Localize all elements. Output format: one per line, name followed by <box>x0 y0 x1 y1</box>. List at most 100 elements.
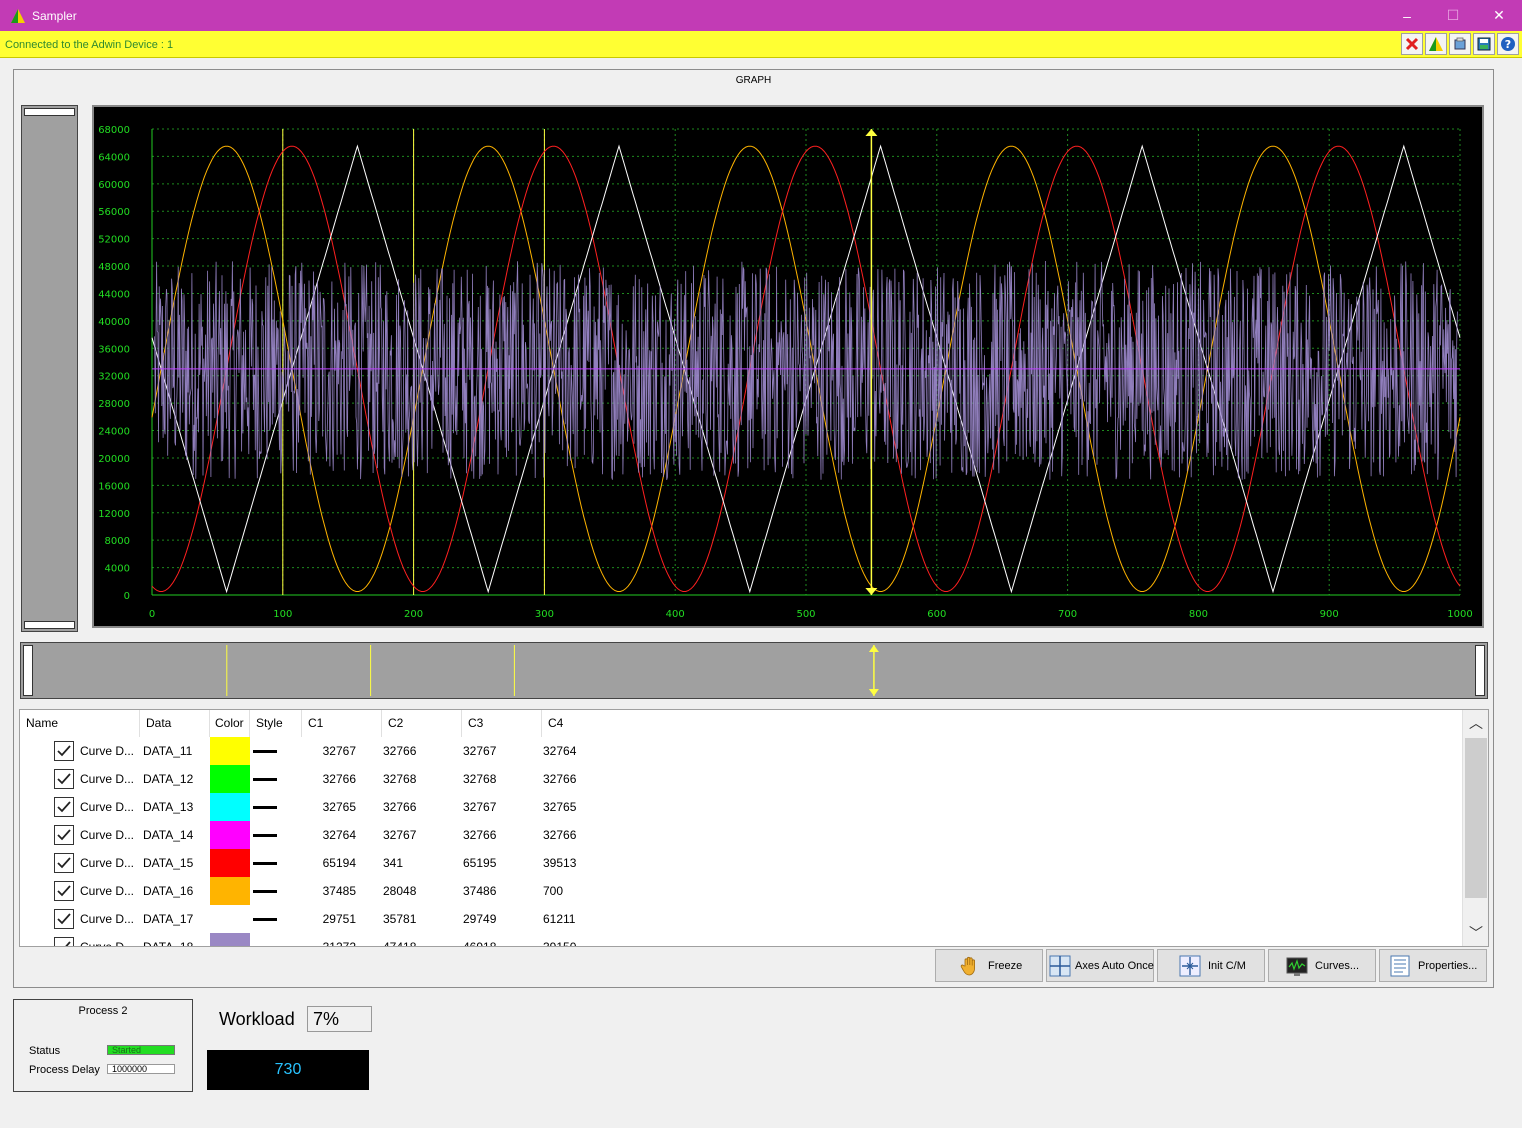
table-row[interactable]: Curve D... DATA_17 29751 35781 29749 61211 <box>20 905 1460 933</box>
header-color[interactable]: Color <box>210 710 250 737</box>
header-c1[interactable]: C1 <box>302 710 382 737</box>
connection-status-bar: Connected to the Adwin Device : 1 ? <box>0 31 1522 58</box>
y-tick-label: 24000 <box>98 427 130 438</box>
header-data[interactable]: Data <box>140 710 210 737</box>
cell-c3: 32766 <box>463 828 497 842</box>
line-chart[interactable]: 0 100 200 300 400 500 600 700 800 900 1000 0 4000 800… <box>94 107 1482 626</box>
curve-visible-checkbox[interactable] <box>54 881 74 901</box>
cell-c3: 37486 <box>463 884 497 898</box>
properties-label: Properties... <box>1418 959 1478 972</box>
save-icon[interactable] <box>1473 33 1495 55</box>
curve-name: Curve D... <box>80 884 135 898</box>
process-delay-field[interactable]: 1000000 <box>107 1064 175 1074</box>
overview-arrow-up <box>868 645 879 652</box>
process-title: Process 2 <box>78 1005 128 1017</box>
curves-button[interactable]: Curves... <box>1268 949 1376 982</box>
table-row[interactable]: Curve D... DATA_11 32767 32766 32767 32764 <box>20 737 1460 765</box>
curve-style-line[interactable] <box>253 862 277 865</box>
x-tick-label: 0 <box>149 609 155 620</box>
curve-visible-checkbox[interactable] <box>54 909 74 929</box>
workload-label: Workload <box>219 1009 295 1029</box>
curve-visible-checkbox[interactable] <box>54 853 74 873</box>
cell-c2: 341 <box>383 856 404 870</box>
header-c4[interactable]: C4 <box>542 710 622 737</box>
curve-style-line[interactable] <box>253 834 277 837</box>
cell-c4: 61211 <box>543 912 576 926</box>
adwin-logo-icon[interactable] <box>1425 33 1447 55</box>
x-tick-label: 300 <box>535 609 554 620</box>
curve-visible-checkbox[interactable] <box>54 937 74 946</box>
curve-visible-checkbox[interactable] <box>54 769 74 789</box>
curve-name: Curve D... <box>80 800 135 814</box>
curves-label: Curves... <box>1315 959 1360 972</box>
cell-c1: 37485 <box>322 884 356 898</box>
header-c3[interactable]: C3 <box>462 710 542 737</box>
cell-c4: 39150 <box>543 940 577 947</box>
curve-color-swatch[interactable] <box>210 793 250 821</box>
header-c2[interactable]: C2 <box>382 710 462 737</box>
close-window-button[interactable]: ✕ <box>1476 0 1522 31</box>
axes-auto-once-button[interactable]: Axes Auto Once <box>1046 949 1154 982</box>
maximize-button[interactable]: ☐ <box>1430 0 1476 31</box>
scroll-thumb[interactable] <box>1465 738 1487 898</box>
scroll-up-icon[interactable]: ︿ <box>1463 710 1488 736</box>
hand-icon <box>958 954 982 978</box>
help-icon[interactable]: ? <box>1497 33 1519 55</box>
cell-c4: 32765 <box>543 800 577 814</box>
y-scroller-bottom-handle[interactable] <box>24 621 75 629</box>
y-tick-label: 0 <box>124 591 130 602</box>
chip-icon[interactable] <box>1449 33 1471 55</box>
curve-style-line[interactable] <box>253 918 277 921</box>
cursor-marker-icon <box>1178 954 1202 978</box>
close-red-icon[interactable] <box>1401 33 1423 55</box>
cell-c1: 29751 <box>322 912 356 926</box>
cell-c3: 65195 <box>463 856 497 870</box>
window-title: Sampler <box>32 8 77 23</box>
curve-color-swatch[interactable] <box>210 849 250 877</box>
curve-style-line[interactable] <box>253 890 277 893</box>
curve-style-line[interactable] <box>253 946 277 947</box>
cell-c1: 65194 <box>322 856 356 870</box>
curve-style-line[interactable] <box>253 806 277 809</box>
curve-color-swatch[interactable] <box>210 933 250 946</box>
cell-c1: 32764 <box>322 828 356 842</box>
minimize-button[interactable]: – <box>1384 0 1430 31</box>
cell-c2: 35781 <box>383 912 417 926</box>
curve-style-line[interactable] <box>253 750 277 753</box>
curve-data: DATA_15 <box>143 856 194 870</box>
scroll-down-icon[interactable]: ﹀ <box>1463 920 1488 946</box>
y-tick-label: 36000 <box>98 344 130 355</box>
curve-color-swatch[interactable] <box>210 877 250 905</box>
table-row[interactable]: Curve D... DATA_18 31272 47418 46918 39150 <box>20 933 1460 947</box>
curve-color-swatch[interactable] <box>210 821 250 849</box>
table-row[interactable]: Curve D... DATA_12 32766 32768 32768 32766 <box>20 765 1460 793</box>
cell-c2: 32767 <box>383 828 417 842</box>
workload-value: 7% <box>307 1006 372 1032</box>
y-tick-label: 44000 <box>98 289 130 300</box>
curve-visible-checkbox[interactable] <box>54 825 74 845</box>
y-scroller-top-handle[interactable] <box>24 108 75 116</box>
curve-color-swatch[interactable] <box>210 905 250 933</box>
curve-color-swatch[interactable] <box>210 737 250 765</box>
header-name[interactable]: Name <box>20 710 140 737</box>
table-row[interactable]: Curve D... DATA_13 32765 32766 32767 32765 <box>20 793 1460 821</box>
process-panel: Process 2 Status Started Process Delay 1… <box>13 999 193 1092</box>
cell-c1: 31272 <box>322 940 356 947</box>
properties-button[interactable]: Properties... <box>1379 949 1487 982</box>
freeze-button[interactable]: Freeze <box>935 949 1043 982</box>
table-row[interactable]: Curve D... DATA_14 32764 32767 32766 32766 <box>20 821 1460 849</box>
y-axis-scroller[interactable] <box>21 105 78 632</box>
curve-visible-checkbox[interactable] <box>54 797 74 817</box>
freeze-label: Freeze <box>988 959 1023 972</box>
init-cm-button[interactable]: Init C/M <box>1157 949 1265 982</box>
graph-panel: GRAPH 0 100 200 300 400 500 600 700 800 900 1000 0 4… <box>13 69 1494 988</box>
plot-area[interactable]: 0 100 200 300 400 500 600 700 800 900 1000 0 4000 800… <box>92 105 1484 628</box>
table-row[interactable]: Curve D... DATA_15 65194 341 65195 39513 <box>20 849 1460 877</box>
x-axis-scroller[interactable] <box>20 642 1488 699</box>
header-style[interactable]: Style <box>250 710 302 737</box>
table-scrollbar[interactable]: ︿ ﹀ <box>1462 710 1488 946</box>
curve-visible-checkbox[interactable] <box>54 741 74 761</box>
curve-style-line[interactable] <box>253 778 277 781</box>
curve-color-swatch[interactable] <box>210 765 250 793</box>
table-row[interactable]: Curve D... DATA_16 37485 28048 37486 700 <box>20 877 1460 905</box>
